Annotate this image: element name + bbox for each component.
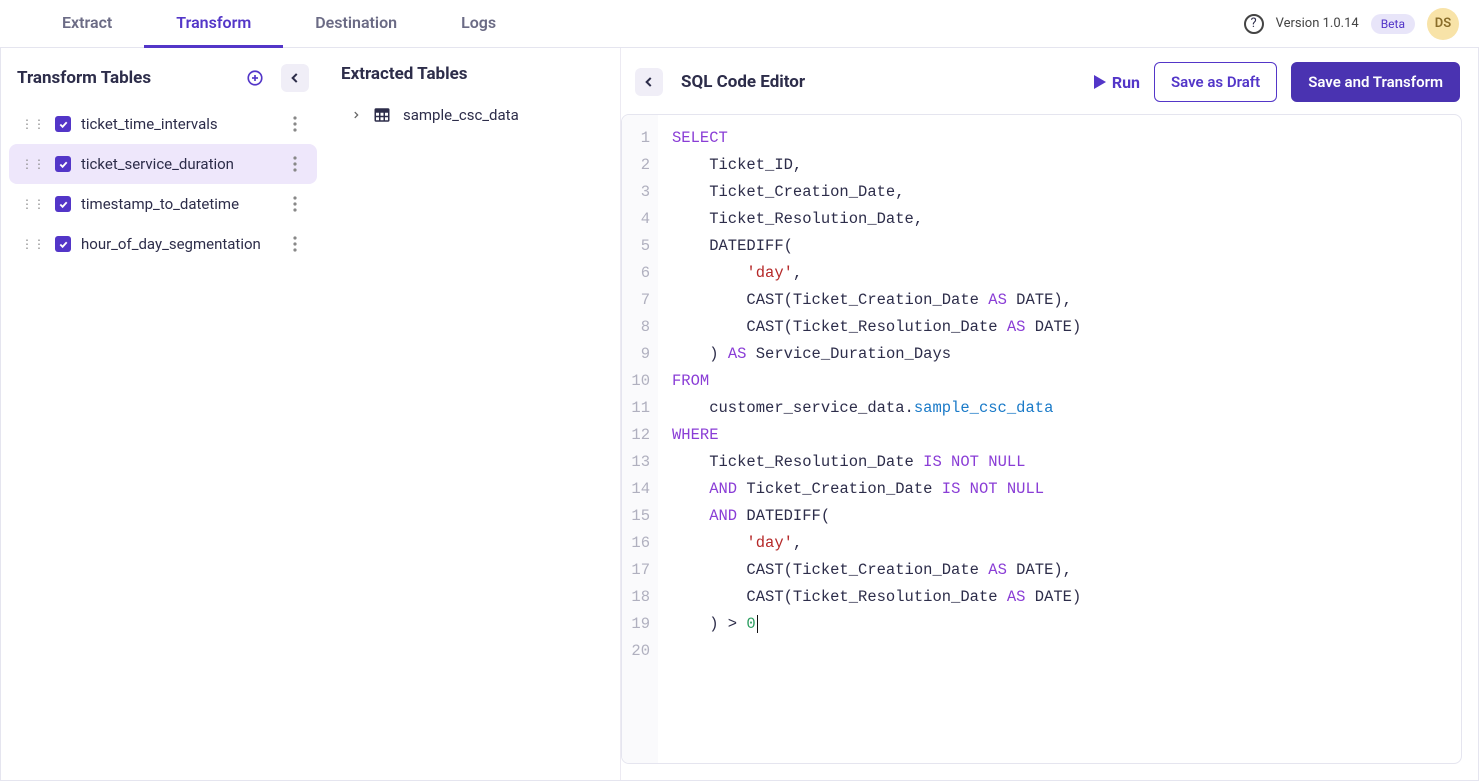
tab-destination[interactable]: Destination (283, 0, 429, 48)
editor-gutter: 1 2 3 4 5 6 7 8 9 10 11 12 13 14 15 16 1… (622, 115, 658, 763)
transform-tables-title: Transform Tables (17, 68, 151, 88)
kebab-icon (293, 236, 297, 252)
chevron-left-icon (288, 71, 302, 85)
checkbox-icon[interactable] (55, 196, 71, 212)
drag-handle-icon[interactable]: ⋮⋮ (21, 158, 45, 170)
row-menu-button[interactable] (285, 234, 305, 254)
collapse-transform-pane-button[interactable] (281, 64, 309, 92)
list-item-label: timestamp_to_datetime (81, 195, 239, 213)
list-item-label: ticket_service_duration (81, 155, 234, 173)
list-item[interactable]: ⋮⋮ hour_of_day_segmentation (9, 224, 317, 264)
checkbox-icon[interactable] (55, 236, 71, 252)
editor-cursor (757, 615, 758, 633)
add-transform-table-button[interactable] (243, 66, 267, 90)
plus-circle-icon (246, 69, 264, 87)
kebab-icon (293, 116, 297, 132)
run-label: Run (1112, 73, 1140, 92)
table-icon (373, 106, 391, 124)
list-item[interactable]: ⋮⋮ ticket_service_duration (9, 144, 317, 184)
play-icon (1094, 75, 1106, 89)
editor-pane: SQL Code Editor Run Save as Draft Save a… (621, 48, 1478, 780)
kebab-icon (293, 156, 297, 172)
tab-extract[interactable]: Extract (30, 0, 144, 48)
editor-body[interactable]: SELECT Ticket_ID, Ticket_Creation_Date, … (658, 115, 1095, 763)
row-menu-button[interactable] (285, 154, 305, 174)
chevron-left-icon (642, 75, 656, 89)
checkbox-icon[interactable] (55, 156, 71, 172)
top-right-group: ? Version 1.0.14 Beta DS (1244, 8, 1459, 40)
sql-code-editor[interactable]: 1 2 3 4 5 6 7 8 9 10 11 12 13 14 15 16 1… (621, 114, 1462, 764)
editor-title: SQL Code Editor (681, 72, 805, 92)
avatar[interactable]: DS (1427, 8, 1459, 40)
drag-handle-icon[interactable]: ⋮⋮ (21, 118, 45, 130)
list-item[interactable]: ⋮⋮ timestamp_to_datetime (9, 184, 317, 224)
transform-tables-list: ⋮⋮ ticket_time_intervals ⋮⋮ ticket_servi… (9, 104, 317, 264)
list-item[interactable]: ⋮⋮ ticket_time_intervals (9, 104, 317, 144)
extracted-table-row[interactable]: sample_csc_data (333, 96, 612, 134)
list-item-label: ticket_time_intervals (81, 115, 218, 133)
save-transform-button[interactable]: Save and Transform (1291, 62, 1460, 102)
version-label: Version 1.0.14 (1276, 16, 1359, 31)
row-menu-button[interactable] (285, 114, 305, 134)
save-draft-button[interactable]: Save as Draft (1154, 62, 1277, 102)
top-bar: Extract Transform Destination Logs ? Ver… (0, 0, 1479, 48)
checkbox-icon[interactable] (55, 116, 71, 132)
run-button[interactable]: Run (1094, 73, 1140, 92)
drag-handle-icon[interactable]: ⋮⋮ (21, 238, 45, 250)
main-tabs: Extract Transform Destination Logs (30, 0, 528, 48)
tab-transform[interactable]: Transform (144, 0, 283, 48)
kebab-icon (293, 196, 297, 212)
help-icon[interactable]: ? (1244, 14, 1264, 34)
tab-logs[interactable]: Logs (429, 0, 528, 48)
list-item-label: hour_of_day_segmentation (81, 235, 261, 253)
collapse-extracted-pane-button[interactable] (635, 68, 663, 96)
extracted-tables-title: Extracted Tables (341, 64, 468, 84)
drag-handle-icon[interactable]: ⋮⋮ (21, 198, 45, 210)
beta-badge: Beta (1371, 14, 1415, 34)
extracted-tables-pane: Extracted Tables sample_csc_data (325, 48, 621, 780)
workspace: Transform Tables ⋮⋮ ticket_time_interval… (0, 48, 1479, 781)
extracted-table-label: sample_csc_data (403, 106, 519, 124)
row-menu-button[interactable] (285, 194, 305, 214)
transform-tables-pane: Transform Tables ⋮⋮ ticket_time_interval… (1, 48, 325, 780)
chevron-right-icon (351, 110, 361, 120)
